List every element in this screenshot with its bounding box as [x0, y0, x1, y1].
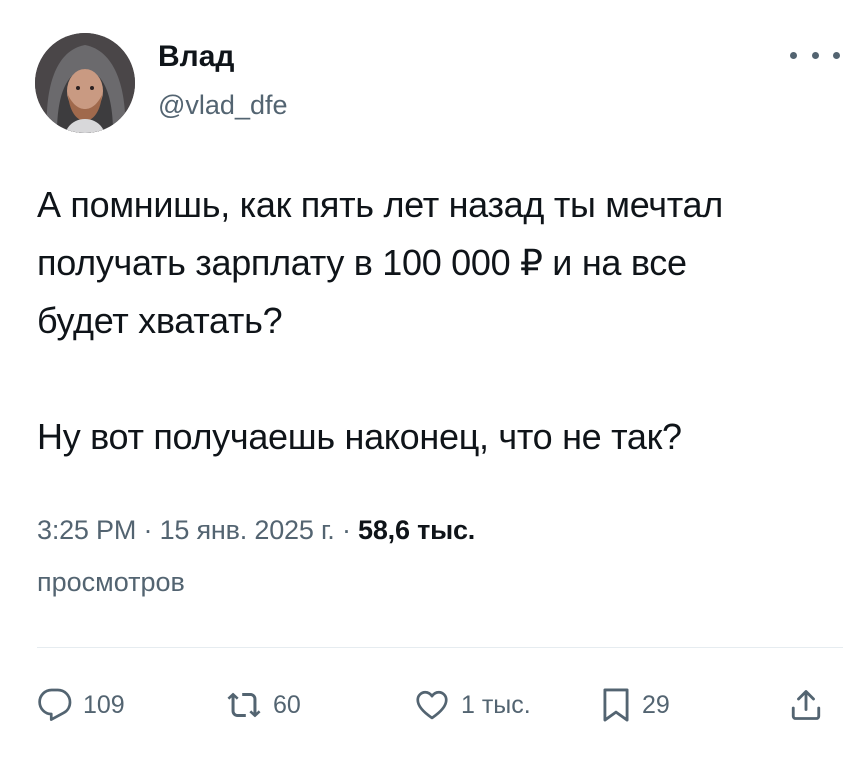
avatar[interactable]: [35, 33, 135, 133]
views-label[interactable]: просмотров: [37, 567, 185, 598]
tweet-text: А помнишь, как пять лет назад ты мечтал …: [37, 184, 723, 457]
repost-button[interactable]: 60: [225, 683, 301, 727]
share-icon: [791, 690, 821, 720]
tweet-date[interactable]: 15 янв. 2025 г.: [160, 515, 335, 545]
tweet-time[interactable]: 3:25 PM: [37, 515, 136, 545]
repost-count: 60: [273, 690, 301, 719]
repost-icon: [227, 692, 261, 718]
author-name[interactable]: Влад: [158, 40, 234, 74]
bookmark-icon: [603, 688, 629, 722]
like-heart-icon: [416, 690, 448, 720]
bookmark-button[interactable]: 29: [600, 683, 670, 727]
reply-count: 109: [83, 690, 125, 719]
dot: [833, 51, 840, 59]
avatar-image: [35, 33, 135, 133]
author-handle[interactable]: @vlad_dfe: [158, 90, 288, 121]
reply-icon: [38, 688, 72, 721]
dot: [790, 51, 797, 59]
views-count[interactable]: 58,6 тыс.: [358, 515, 475, 545]
divider: [37, 647, 843, 648]
reply-button[interactable]: 109: [37, 683, 125, 727]
like-count: 1 тыс.: [461, 690, 531, 719]
bookmark-count: 29: [642, 690, 670, 719]
tweet-meta: 3:25 PM · 15 янв. 2025 г. · 58,6 тыс.: [37, 515, 475, 546]
meta-separator: ·: [143, 515, 153, 545]
more-dots-icon[interactable]: [790, 40, 840, 70]
dot: [811, 51, 819, 59]
share-button[interactable]: [788, 683, 824, 727]
like-button[interactable]: 1 тыс.: [413, 683, 531, 727]
meta-separator: ·: [341, 515, 351, 545]
